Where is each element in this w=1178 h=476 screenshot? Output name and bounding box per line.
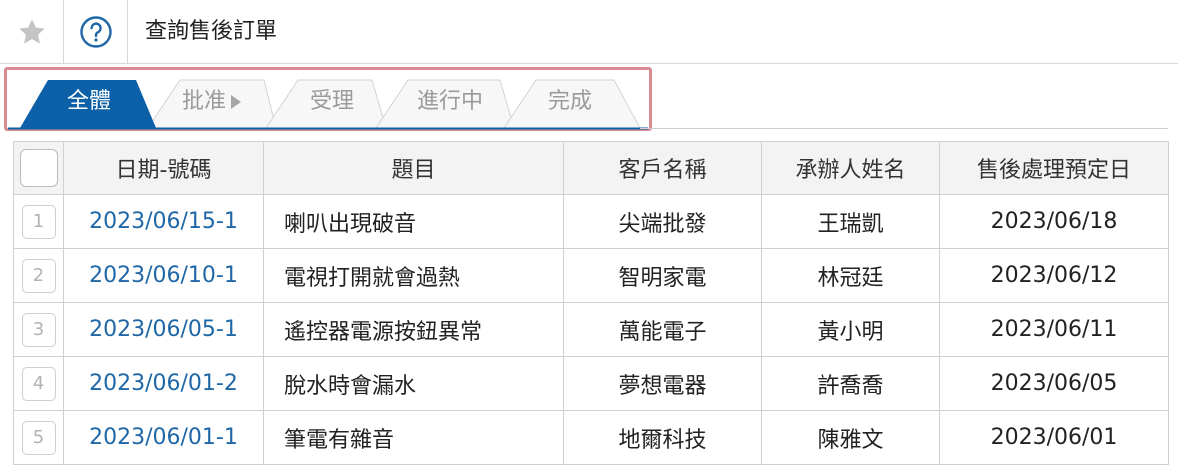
cell-subject: 筆電有雜音 — [263, 410, 564, 465]
row-number: 1 — [21, 204, 56, 239]
order-link[interactable]: 2023/06/05-1 — [89, 317, 238, 342]
cell-due-date: 2023/06/11 — [939, 302, 1169, 357]
cell-subject: 喇叭出現破音 — [263, 194, 564, 249]
cell-due-date: 2023/06/05 — [939, 356, 1169, 411]
row-number: 4 — [21, 366, 56, 401]
favorite-button[interactable] — [0, 0, 64, 64]
cell-due-date: 2023/06/12 — [939, 248, 1169, 303]
tab-accept[interactable]: 受理 — [300, 86, 364, 118]
top-bar: 查詢售後訂單 — [0, 0, 1178, 64]
tab-approve[interactable]: 批准 — [182, 86, 266, 118]
select-all-cell[interactable] — [13, 141, 64, 195]
table-row[interactable]: 4 2023/06/01-2 脫水時會漏水 夢想電器 許喬喬 2023/06/0… — [13, 356, 1169, 411]
header-customer[interactable]: 客戶名稱 — [563, 141, 762, 195]
table-row[interactable]: 1 2023/06/15-1 喇叭出現破音 尖端批發 王瑞凱 2023/06/1… — [13, 194, 1169, 249]
cell-customer: 萬能電子 — [563, 302, 762, 357]
cell-customer: 夢想電器 — [563, 356, 762, 411]
row-number: 3 — [21, 312, 56, 347]
order-link[interactable]: 2023/06/01-2 — [89, 371, 238, 396]
tab-approve-label: 批准 — [182, 89, 227, 114]
cell-subject: 遙控器電源按鈕異常 — [263, 302, 564, 357]
cell-due-date: 2023/06/18 — [939, 194, 1169, 249]
table-row[interactable]: 3 2023/06/05-1 遙控器電源按鈕異常 萬能電子 黃小明 2023/0… — [13, 302, 1169, 357]
cell-customer: 尖端批發 — [563, 194, 762, 249]
cell-customer: 智明家電 — [563, 248, 762, 303]
table-row[interactable]: 2 2023/06/10-1 電視打開就會過熱 智明家電 林冠廷 2023/06… — [13, 248, 1169, 303]
cell-handler: 黃小明 — [761, 302, 940, 357]
triangle-right-icon — [231, 95, 242, 109]
help-button[interactable] — [64, 0, 128, 64]
header-handler[interactable]: 承辦人姓名 — [761, 141, 940, 195]
cell-handler: 陳雅文 — [761, 410, 940, 465]
header-subject[interactable]: 題目 — [263, 141, 564, 195]
cell-handler: 許喬喬 — [761, 356, 940, 411]
order-link[interactable]: 2023/06/01-1 — [89, 425, 238, 450]
cell-handler: 林冠廷 — [761, 248, 940, 303]
header-date-number[interactable]: 日期-號碼 — [63, 141, 264, 195]
row-number: 5 — [21, 420, 56, 455]
page-title: 查詢售後訂單 — [145, 19, 278, 44]
cell-customer: 地爾科技 — [563, 410, 762, 465]
cell-handler: 王瑞凱 — [761, 194, 940, 249]
table-header-row: 日期-號碼 題目 客戶名稱 承辦人姓名 售後處理預定日 — [13, 141, 1169, 195]
select-all-checkbox[interactable] — [19, 149, 58, 187]
order-link[interactable]: 2023/06/10-1 — [89, 263, 238, 288]
cell-subject: 脫水時會漏水 — [263, 356, 564, 411]
tab-baseline — [640, 128, 1168, 129]
row-number: 2 — [21, 258, 56, 293]
help-circle-icon — [79, 16, 112, 48]
star-icon — [18, 19, 45, 44]
cell-due-date: 2023/06/01 — [939, 410, 1169, 465]
table-row[interactable]: 5 2023/06/01-1 筆電有雜音 地爾科技 陳雅文 2023/06/01 — [13, 410, 1169, 465]
tab-done[interactable]: 完成 — [538, 86, 602, 118]
tab-in-progress[interactable]: 進行中 — [405, 86, 495, 118]
tab-all[interactable]: 全體 — [52, 86, 126, 118]
header-due-date[interactable]: 售後處理預定日 — [939, 141, 1169, 195]
cell-subject: 電視打開就會過熱 — [263, 248, 564, 303]
after-sales-orders-table: 日期-號碼 題目 客戶名稱 承辦人姓名 售後處理預定日 1 2023/06/15… — [13, 141, 1169, 465]
order-link[interactable]: 2023/06/15-1 — [89, 209, 238, 234]
